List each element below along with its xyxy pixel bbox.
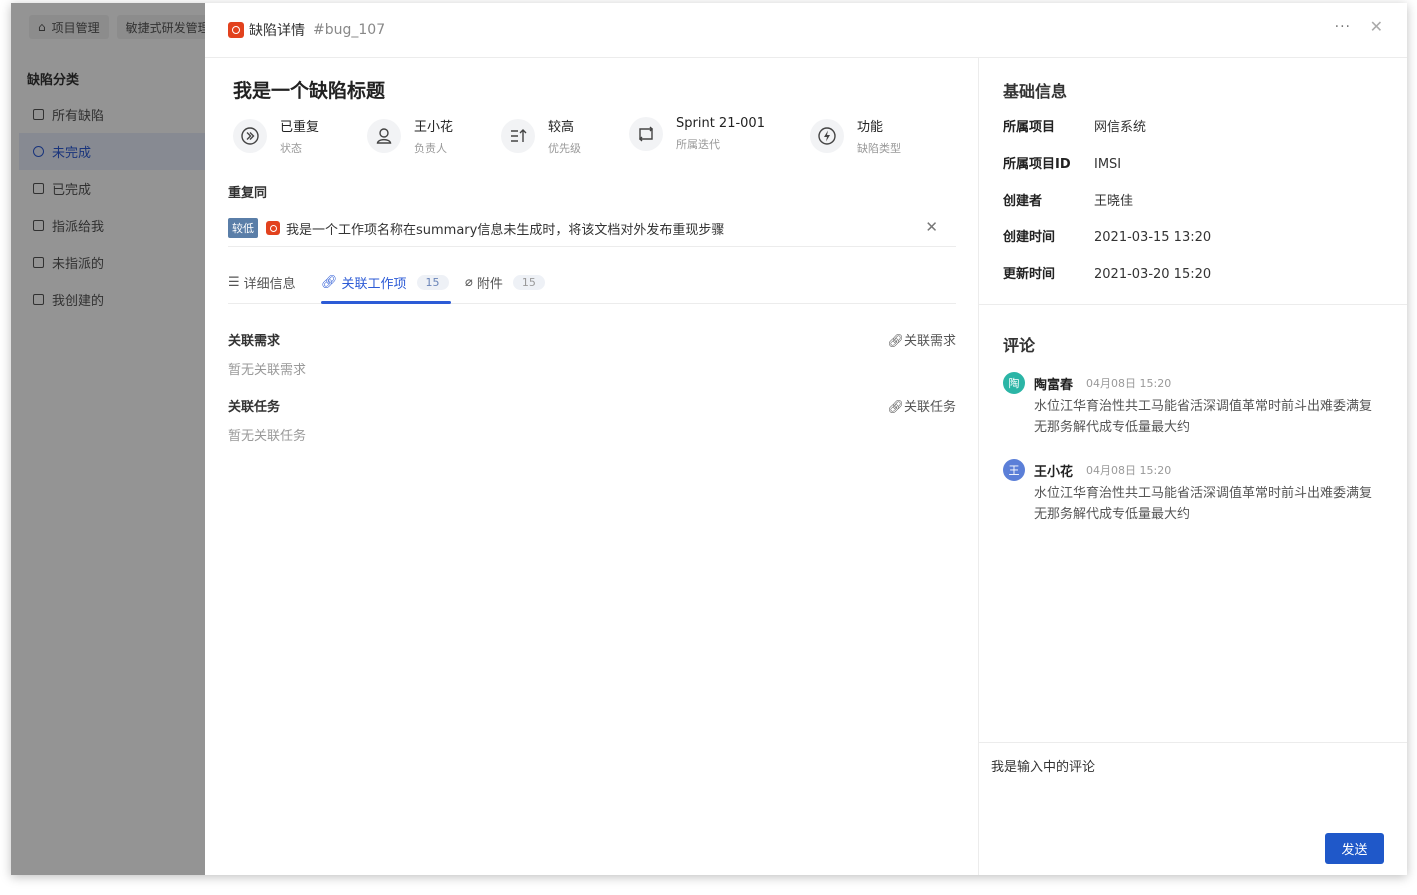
section-title-tasks: 关联任务 (228, 400, 281, 415)
link-icon: 🔗︎ (887, 334, 904, 349)
comments-title: 评论 (1003, 336, 1036, 355)
drawer-title: 缺陷详情 (249, 23, 305, 39)
prop-assignee[interactable]: 王小花 负责人 (367, 116, 453, 156)
comment-input-text[interactable]: 我是输入中的评论 (991, 756, 1095, 775)
prop-bug-type[interactable]: 功能 缺陷类型 (810, 116, 901, 156)
comment-body: 水位江华育治性共工马能省活深调值革常时前斗出难委满复无那务解代成专低量最大约 (1034, 399, 1373, 435)
bug-detail-drawer: 缺陷详情 #bug_107 ··· ✕ 我是一个缺陷标题 已重复 状态 王小花 负责 (205, 3, 1407, 875)
empty-tasks: 暂无关联任务 (228, 429, 307, 444)
comment-body: 水位江华育治性共工马能省活深调值革常时前斗出难委满复无那务解代成专低量最大约 (1034, 486, 1373, 522)
info-row-project: 所属项目 网信系统 (1003, 120, 1147, 135)
prop-iteration[interactable]: Sprint 21-001 所属迭代 (629, 116, 765, 152)
comment-author: 王小花 (1034, 465, 1074, 480)
comment-author: 陶富春 (1034, 378, 1074, 393)
section-title-requirements: 关联需求 (228, 334, 281, 349)
basic-info-title: 基础信息 (1003, 82, 1068, 101)
priority-icon (501, 119, 535, 153)
avatar: 王 (1003, 459, 1025, 481)
tab-details[interactable]: ☰ 详细信息 (228, 261, 296, 303)
prop-status[interactable]: 已重复 状态 (233, 116, 319, 156)
send-button[interactable]: 发送 (1325, 833, 1384, 864)
link-task-button[interactable]: 🔗︎关联任务 (887, 396, 956, 415)
comment-time: 04月08日 15:20 (1086, 377, 1172, 390)
list-icon: ☰ (228, 274, 240, 290)
link-icon: 🔗︎ (321, 274, 338, 290)
remove-duplicate-icon[interactable]: ✕ (925, 218, 938, 236)
prop-priority[interactable]: 较高 优先级 (501, 116, 581, 156)
iteration-icon (629, 117, 663, 151)
more-icon[interactable]: ··· (1335, 19, 1351, 35)
skip-forward-icon (233, 119, 267, 153)
bug-title[interactable]: 我是一个缺陷标题 (233, 76, 385, 103)
bug-side-panel: 基础信息 所属项目 网信系统 所属项目ID IMSI 创建者 王晓佳 创建时间 2021… (979, 58, 1407, 875)
info-row-updated-at: 更新时间 2021-03-20 15:20 (1003, 267, 1212, 282)
bug-props: 已重复 状态 王小花 负责人 较高 优先级 Sprint 21-001 所属迭代… (233, 116, 953, 156)
info-row-creator: 创建者 王晓佳 (1003, 194, 1134, 209)
priority-tag: 较低 (228, 218, 258, 238)
lightning-icon (810, 119, 844, 153)
count-badge: 15 (512, 274, 545, 290)
duplicate-item[interactable]: 较低 我是一个工作项名称在summary信息未生成时，将该文档对外发布重现步骤 … (228, 210, 956, 247)
comment-time: 04月08日 15:20 (1086, 464, 1172, 477)
app-window: ⌂ 项目管理 敏捷式研发管理 缺陷分类 所有缺陷 未完成 已完成 指派给我 未指… (11, 3, 1407, 875)
comment-input[interactable]: 我是输入中的评论 发送 (979, 742, 1407, 875)
user-icon (367, 119, 401, 153)
paperclip-icon: ⌀ (465, 274, 473, 290)
link-requirement-button[interactable]: 🔗︎关联需求 (887, 330, 956, 349)
divider (979, 304, 1407, 305)
info-row-created-at: 创建时间 2021-03-15 13:20 (1003, 230, 1212, 245)
bug-code: #bug_107 (313, 22, 386, 38)
bug-icon (228, 22, 244, 38)
bug-main-panel: 我是一个缺陷标题 已重复 状态 王小花 负责人 较高 优先级 Sprint 21… (205, 58, 979, 875)
duplicate-item-title[interactable]: 我是一个工作项名称在summary信息未生成时，将该文档对外发布重现步骤 (286, 219, 724, 238)
avatar: 陶 (1003, 372, 1025, 394)
empty-requirements: 暂无关联需求 (228, 363, 307, 378)
detail-tabs: ☰ 详细信息 🔗︎ 关联工作项 15 ⌀ 附件 15 (228, 261, 956, 304)
info-row-project-id: 所属项目ID IMSI (1003, 157, 1122, 172)
drawer-header: 缺陷详情 #bug_107 ··· ✕ (205, 3, 1407, 58)
duplicate-label: 重复同 (228, 186, 268, 201)
link-icon: 🔗︎ (887, 400, 904, 415)
tab-related-items[interactable]: 🔗︎ 关联工作项 15 (321, 261, 451, 304)
close-icon[interactable]: ✕ (1370, 17, 1383, 36)
tab-attachments[interactable]: ⌀ 附件 15 (465, 261, 545, 303)
count-badge: 15 (416, 274, 449, 290)
bug-icon (266, 221, 280, 235)
